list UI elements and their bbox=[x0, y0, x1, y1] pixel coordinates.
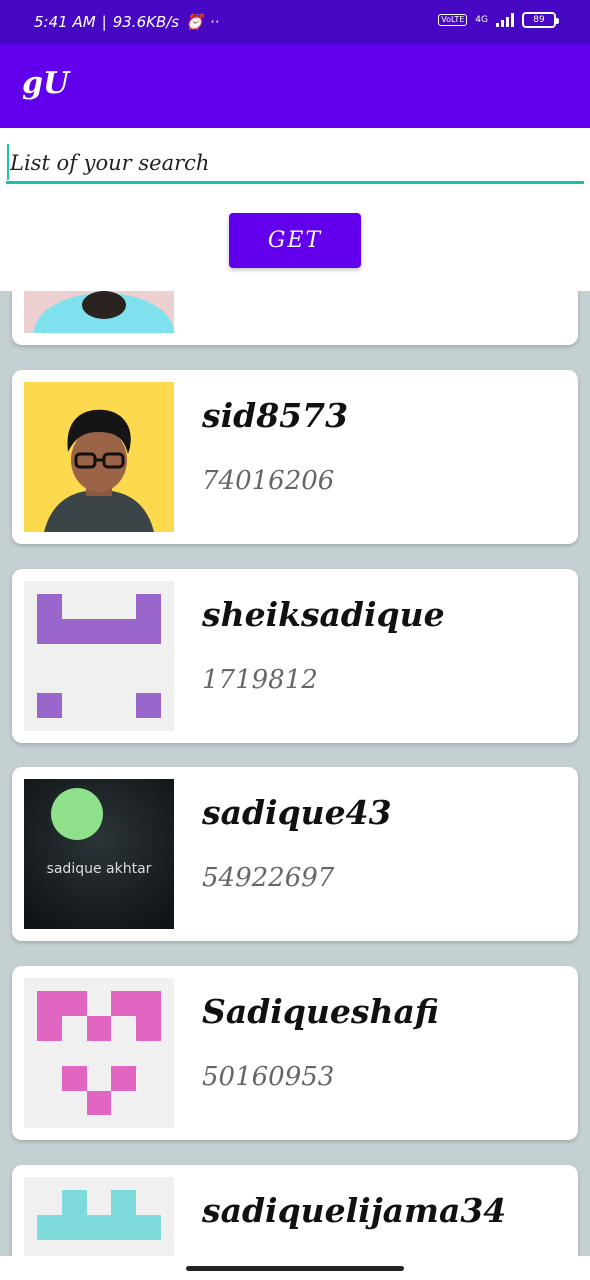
status-bar: 5:41 AM | 93.6KB/s ⏰ ·· VoLTE 4G 89 bbox=[0, 0, 590, 44]
avatar bbox=[24, 978, 174, 1128]
list-item[interactable]: sheiksadique 1719812 bbox=[12, 569, 578, 743]
username: sid8573 bbox=[202, 396, 349, 435]
text-cursor bbox=[7, 144, 9, 180]
username: sadique43 bbox=[202, 793, 392, 832]
list-item[interactable]: sid8573 74016206 bbox=[12, 370, 578, 544]
status-time: 5:41 AM bbox=[34, 13, 96, 31]
avatar-caption: sadique akhtar bbox=[47, 861, 152, 877]
username: Sadiqueshafi bbox=[202, 992, 439, 1031]
user-id: 54922697 bbox=[202, 863, 335, 893]
search-panel: GET bbox=[0, 128, 590, 291]
user-id: 1719812 bbox=[202, 665, 318, 695]
battery-level: 89 bbox=[533, 15, 545, 25]
avatar bbox=[24, 1177, 174, 1256]
list-item[interactable]: Sadiqueshafi 50160953 bbox=[12, 966, 578, 1140]
results-list[interactable]: sid8573 74016206 sheiksadique 1719812 sa… bbox=[0, 291, 590, 1256]
network-speed: 93.6KB/s bbox=[112, 13, 180, 31]
volte-icon: VoLTE bbox=[438, 14, 468, 26]
avatar: sadique akhtar bbox=[24, 779, 174, 929]
more-notifications-icon: ·· bbox=[209, 13, 220, 31]
battery-icon: 89 bbox=[522, 12, 559, 28]
list-item[interactable]: sadique akhtar sadique43 54922697 bbox=[12, 767, 578, 941]
avatar bbox=[24, 581, 174, 731]
search-input[interactable] bbox=[6, 144, 584, 184]
alarm-icon: ⏰ bbox=[185, 13, 204, 31]
network-type: 4G bbox=[475, 15, 488, 25]
signal-icon bbox=[496, 13, 514, 27]
avatar bbox=[24, 291, 174, 333]
username: sheiksadique bbox=[202, 595, 445, 634]
user-id: 50160953 bbox=[202, 1062, 335, 1092]
user-id: 74016206 bbox=[202, 466, 335, 496]
app-title: gU bbox=[22, 66, 70, 101]
app-bar: gU bbox=[0, 44, 590, 128]
list-item[interactable]: sadiquelijama34 bbox=[12, 1165, 578, 1256]
status-separator: | bbox=[101, 13, 107, 31]
username: sadiquelijama34 bbox=[202, 1191, 507, 1230]
list-item[interactable] bbox=[12, 291, 578, 345]
gesture-handle[interactable] bbox=[186, 1266, 404, 1271]
avatar bbox=[24, 382, 174, 532]
get-button[interactable]: GET bbox=[229, 213, 361, 268]
